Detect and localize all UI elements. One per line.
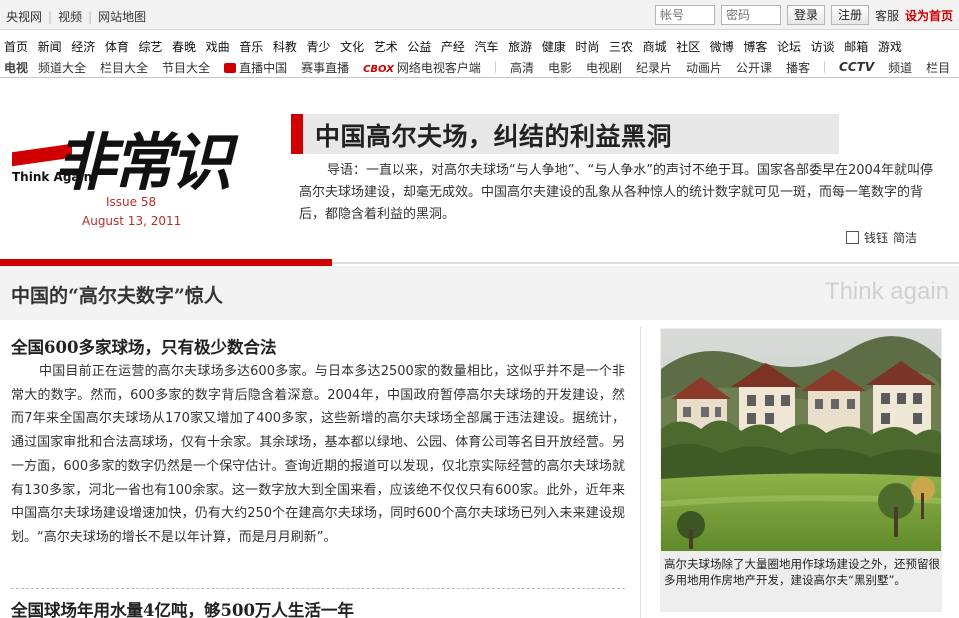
option-checkbox[interactable] <box>846 231 859 244</box>
nav-link-18[interactable]: 三农 <box>609 38 633 54</box>
nav-link-cbox-client[interactable]: CBOX 网络电视客户端 <box>363 59 481 76</box>
nav-link-animation[interactable]: 动画片 <box>686 59 722 76</box>
divider <box>494 61 496 73</box>
nav-link-4[interactable]: 综艺 <box>138 38 162 54</box>
nav-link-5[interactable]: 春晚 <box>172 38 196 54</box>
article-subheading-2: 全国球场年用水量4亿吨，够500万人生活一年 <box>11 601 354 618</box>
nav-link-programs-all[interactable]: 栏目大全 <box>100 59 148 76</box>
top-links: 央视网 | 视频 | 网站地图 <box>6 8 146 25</box>
golf-villas-illustration <box>661 329 941 551</box>
nav-link-3[interactable]: 体育 <box>105 38 129 54</box>
nav-link-open-course[interactable]: 公开课 <box>736 59 772 76</box>
nav-link-column[interactable]: 栏目 <box>926 59 950 76</box>
dashed-divider <box>11 588 625 589</box>
set-homepage-link[interactable]: 设为首页 <box>905 7 953 24</box>
password-input[interactable] <box>720 5 781 25</box>
nav-link-1[interactable]: 新闻 <box>38 38 62 54</box>
nav-link-22[interactable]: 博客 <box>743 38 767 54</box>
think-again-logo[interactable]: 非常识 Think Again <box>10 118 255 199</box>
nav-link-live-label: 直播中国 <box>239 60 288 75</box>
section-header: 中国的“高尔夫数字”惊人 Think again <box>0 266 959 320</box>
lead-paragraph: 导语：一直以来，对高尔夫球场“与人争地”、“与人争水”的声讨不绝于耳。国家各部委… <box>299 163 934 222</box>
option-checkbox-label[interactable]: 钱钰 <box>864 229 888 246</box>
nav-link-documentary[interactable]: 纪录片 <box>636 59 672 76</box>
top-utility-bar: 央视网 | 视频 | 网站地图 登录 注册 客服 设为首页 <box>0 0 959 30</box>
nav-link-10[interactable]: 文化 <box>340 38 364 54</box>
customer-service-link[interactable]: 客服 <box>875 7 899 24</box>
nav-link-event-live[interactable]: 赛事直播 <box>301 59 349 76</box>
page-title: 中国高尔夫场，纠结的利益黑洞 <box>315 122 673 151</box>
channel-nav: 首页 新闻 经济 体育 综艺 春晚 戏曲 音乐 科教 青少 文化 艺术 公益 产经 汽车 旅游 健康 时尚 三农 商城… <box>0 30 959 78</box>
username-input[interactable] <box>654 5 715 25</box>
column-divider <box>640 327 641 618</box>
section-tagline: Think again <box>824 278 949 305</box>
nav-link-7[interactable]: 音乐 <box>239 38 263 54</box>
nav-link-movie[interactable]: 电影 <box>548 59 572 76</box>
section-title: 中国的“高尔夫数字”惊人 <box>11 285 223 307</box>
nav-link-tv-series[interactable]: 电视剧 <box>586 59 622 76</box>
nav-link-channel[interactable]: 频道 <box>888 59 912 76</box>
login-button[interactable]: 登录 <box>786 5 825 25</box>
nav-link-19[interactable]: 商城 <box>643 38 667 54</box>
nav-link-20[interactable]: 社区 <box>676 38 700 54</box>
nav-link-cbox-label: 网络电视客户端 <box>396 60 481 75</box>
section-grey-rule <box>332 262 959 264</box>
top-link-sitemap[interactable]: 网站地图 <box>98 10 146 24</box>
cbox-logo-icon: CBOX <box>363 63 394 75</box>
golf-villas-photo[interactable] <box>661 329 941 551</box>
channel-nav-row-primary: 首页 新闻 经济 体育 综艺 春晚 戏曲 音乐 科教 青少 文化 艺术 公益 产经 汽车 旅游 健康 时尚 三农 商城… <box>4 38 911 54</box>
logo-subtitle: Think Again <box>12 170 93 184</box>
nav-link-live[interactable]: 直播中国 <box>224 59 287 76</box>
channel-nav-row-tv: 电视 频道大全 栏目大全 节目大全 直播中国 赛事直播 CBOX 网络电视客户端 … <box>4 59 959 75</box>
nav-link-14[interactable]: 汽车 <box>475 38 499 54</box>
nav-link-23[interactable]: 论坛 <box>777 38 801 54</box>
simplified-mode-link[interactable]: 简洁 <box>893 229 917 246</box>
nav-link-13[interactable]: 产经 <box>441 38 465 54</box>
top-link-video[interactable]: 视频 <box>58 10 82 24</box>
tv-label: 电视 <box>4 60 29 75</box>
divider <box>824 61 826 73</box>
article-subheading-1: 全国600多家球场，只有极少数合法 <box>11 338 277 357</box>
nav-link-0[interactable]: 首页 <box>4 38 28 54</box>
separator: | <box>88 10 93 24</box>
top-link-cctv[interactable]: 央视网 <box>6 10 42 24</box>
tv-icon <box>224 62 237 73</box>
nav-link-2[interactable]: 经济 <box>71 38 95 54</box>
separator: | <box>48 10 53 24</box>
photo-caption: 高尔夫球场除了大量圈地用作球场建设之外，还预留很多用地用作房地产开发，建设高尔夫… <box>664 557 940 587</box>
reading-tools: 钱钰 简洁 <box>846 229 917 246</box>
nav-link-15[interactable]: 旅游 <box>508 38 532 54</box>
nav-link-26[interactable]: 游戏 <box>878 38 902 54</box>
headline-red-bar <box>291 114 303 154</box>
nav-link-hd[interactable]: 高清 <box>510 59 534 76</box>
article-paragraph-1: 中国目前正在运营的高尔夫球场多达600多家。与日本多达2500家的数量相比，这似… <box>11 364 625 545</box>
headline-banner: 中国高尔夫场，纠结的利益黑洞 <box>291 114 839 154</box>
nav-link-25[interactable]: 邮箱 <box>844 38 868 54</box>
nav-link-8[interactable]: 科教 <box>273 38 297 54</box>
nav-link-9[interactable]: 青少 <box>306 38 330 54</box>
nav-link-17[interactable]: 时尚 <box>575 38 599 54</box>
nav-link-16[interactable]: 健康 <box>542 38 566 54</box>
nav-link-6[interactable]: 戏曲 <box>206 38 230 54</box>
logo-title: 非常识 <box>54 126 232 199</box>
section-red-rule <box>0 259 332 266</box>
nav-link-channels[interactable]: 频道大全 <box>38 59 86 76</box>
nav-link-24[interactable]: 访谈 <box>811 38 835 54</box>
photo-panel: 高尔夫球场除了大量圈地用作球场建设之外，还预留很多用地用作房地产开发，建设高尔夫… <box>660 328 942 612</box>
register-button[interactable]: 注册 <box>830 5 869 25</box>
nav-link-shows-all[interactable]: 节目大全 <box>162 59 210 76</box>
nav-link-21[interactable]: 微博 <box>710 38 734 54</box>
login-area: 登录 注册 客服 设为首页 <box>654 4 953 26</box>
issue-date: August 13, 2011 <box>82 214 182 228</box>
issue-number: Issue 58 <box>106 195 157 209</box>
nav-link-podcast[interactable]: 播客 <box>786 59 810 76</box>
nav-link-12[interactable]: 公益 <box>407 38 431 54</box>
cctv-logo[interactable]: CCTV <box>839 60 874 74</box>
nav-link-11[interactable]: 艺术 <box>374 38 398 54</box>
